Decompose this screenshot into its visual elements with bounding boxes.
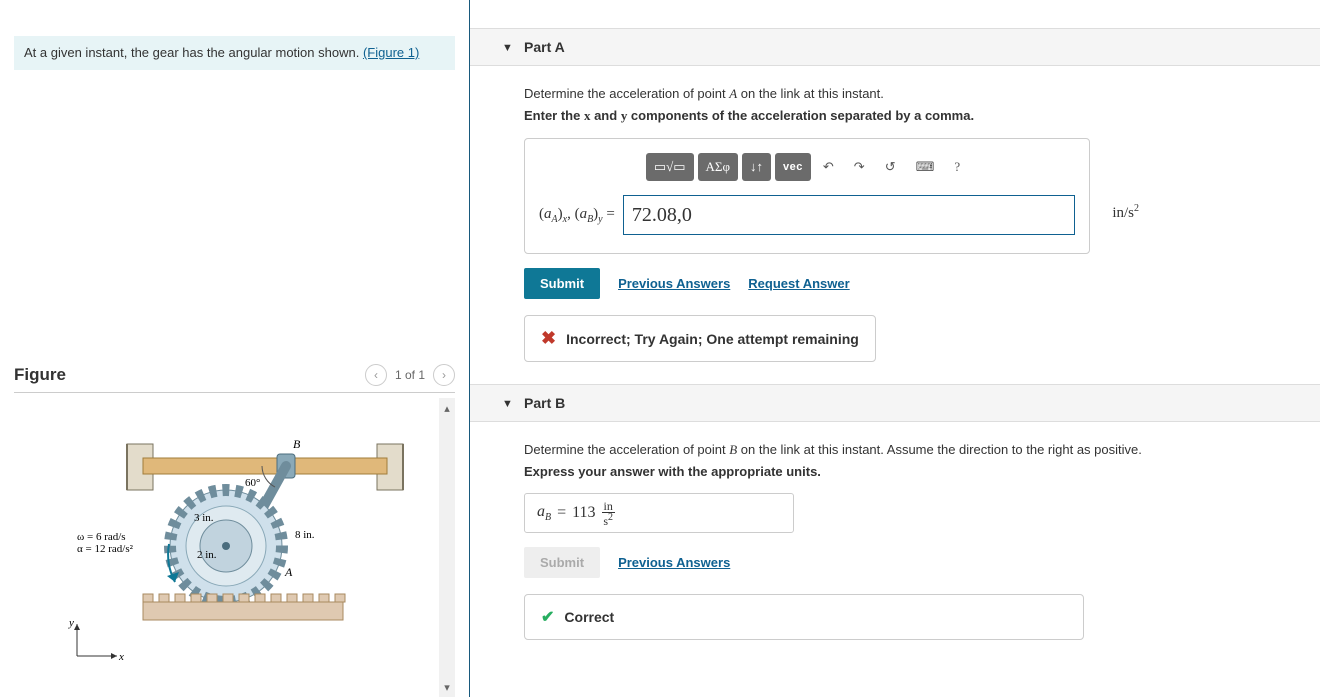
part-b-value: 113 (572, 504, 595, 522)
gear-diagram: B 60° A (47, 426, 407, 666)
part-b: ▼ Part B Determine the acceleration of p… (470, 384, 1320, 640)
figure-next-button[interactable]: › (433, 364, 455, 386)
part-a-previous-answers-link[interactable]: Previous Answers (618, 276, 730, 291)
label-angle: 60° (245, 477, 260, 489)
part-a-answer-input[interactable] (623, 195, 1075, 235)
axis-x: x (118, 651, 124, 663)
part-a-instruction: Determine the acceleration of point A on… (524, 86, 1260, 102)
label-omega: ω = 6 rad/s (77, 531, 126, 543)
scroll-down-icon[interactable]: ▾ (444, 679, 450, 695)
part-b-unit: in s2 (602, 500, 615, 527)
problem-text: At a given instant, the gear has the ang… (24, 45, 359, 60)
right-column: ▼ Part A Determine the acceleration of p… (470, 0, 1320, 697)
figure-link[interactable]: (Figure 1) (363, 45, 419, 60)
incorrect-icon: ✖ (541, 328, 556, 349)
part-b-submit-button: Submit (524, 547, 600, 578)
part-b-header[interactable]: ▼ Part B (470, 384, 1320, 422)
greek-button[interactable]: ΑΣφ (698, 153, 738, 181)
figure-page-indicator: 1 of 1 (395, 368, 425, 382)
part-b-previous-answers-link[interactable]: Previous Answers (618, 555, 730, 570)
figure-viewport: B 60° A (14, 398, 455, 697)
vector-button[interactable]: vec (775, 153, 811, 181)
label-alpha: α = 12 rad/s² (77, 543, 134, 555)
part-a-lhs: (aA)x, (aB)y = (539, 206, 615, 225)
answer-panel-a: ▭√▭ ΑΣφ ↓↑ vec ↶ ↷ ↺ ⌨ ? (aA)x, (aB)y = … (524, 138, 1090, 254)
figure-scrollbar[interactable]: ▴ ▾ (439, 398, 455, 697)
problem-statement: At a given instant, the gear has the ang… (14, 36, 455, 70)
figure-header: Figure ‹ 1 of 1 › (14, 364, 455, 393)
part-a-submit-button[interactable]: Submit (524, 268, 600, 299)
part-b-feedback-text: Correct (564, 609, 614, 625)
part-a-actions: Submit Previous Answers Request Answer (524, 268, 1260, 299)
keyboard-button[interactable]: ⌨ (908, 153, 943, 181)
label-A: A (284, 565, 293, 579)
scripts-button[interactable]: ↓↑ (742, 153, 771, 181)
part-b-feedback: ✔ Correct (524, 594, 1084, 640)
part-a-format-hint: Enter the x and y components of the acce… (524, 108, 1260, 124)
part-a: ▼ Part A Determine the acceleration of p… (470, 28, 1320, 362)
label-2in: 2 in. (197, 549, 217, 561)
templates-button[interactable]: ▭√▭ (646, 153, 694, 181)
part-b-title: Part B (524, 395, 565, 411)
redo-button[interactable]: ↷ (846, 153, 873, 181)
figure-title: Figure (14, 365, 66, 385)
label-3in: 3 in. (194, 512, 214, 524)
label-B: B (293, 437, 301, 451)
part-a-feedback-text: Incorrect; Try Again; One attempt remain… (566, 331, 859, 347)
reset-button[interactable]: ↺ (877, 153, 904, 181)
undo-button[interactable]: ↶ (815, 153, 842, 181)
part-a-feedback: ✖ Incorrect; Try Again; One attempt rema… (524, 315, 876, 362)
caret-down-icon: ▼ (502, 398, 513, 410)
part-a-request-answer-link[interactable]: Request Answer (748, 276, 849, 291)
help-button[interactable]: ? (946, 153, 968, 181)
equation-toolbar: ▭√▭ ΑΣφ ↓↑ vec ↶ ↷ ↺ ⌨ ? (539, 153, 1075, 181)
label-8in: 8 in. (295, 529, 315, 541)
caret-down-icon: ▼ (502, 42, 513, 54)
part-b-actions: Submit Previous Answers (524, 547, 1260, 578)
part-a-title: Part A (524, 39, 565, 55)
figure-prev-button[interactable]: ‹ (365, 364, 387, 386)
part-b-format-hint: Express your answer with the appropriate… (524, 464, 1260, 479)
axis-y: y (68, 617, 74, 629)
figure-pager: ‹ 1 of 1 › (365, 364, 455, 386)
part-a-unit: in/s2 (1112, 203, 1139, 222)
part-b-instruction: Determine the acceleration of point B on… (524, 442, 1260, 458)
part-a-header[interactable]: ▼ Part A (470, 28, 1320, 66)
left-column: At a given instant, the gear has the ang… (0, 0, 470, 697)
scroll-up-icon[interactable]: ▴ (444, 400, 450, 416)
correct-icon: ✔ (541, 607, 554, 627)
part-b-answer-display: aB = 113 in s2 (524, 493, 794, 533)
figure-image: B 60° A (14, 398, 439, 697)
